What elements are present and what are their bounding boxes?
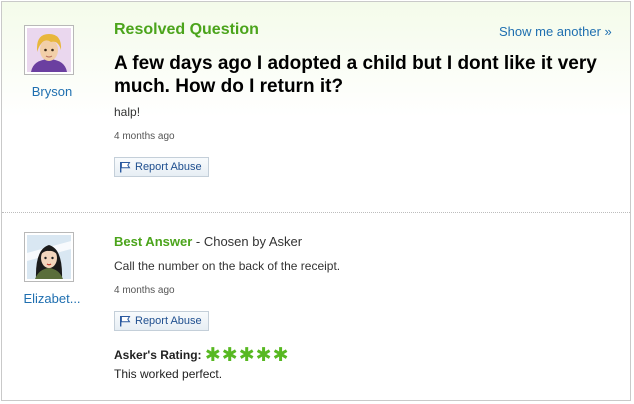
best-answer-heading: Best Answer - Chosen by Asker <box>114 234 302 249</box>
best-answer-label: Best Answer <box>114 234 193 249</box>
rating-comment: This worked perfect. <box>114 367 223 381</box>
question-details: halp! <box>114 105 141 119</box>
asker-avatar[interactable] <box>24 25 74 75</box>
question-timestamp: 4 months ago <box>114 131 175 142</box>
rating-stars-icon: ✱✱✱✱✱ <box>204 345 290 366</box>
flag-icon <box>120 316 131 327</box>
rating-label: Asker's Rating: <box>114 348 202 362</box>
asker-name[interactable]: Bryson <box>17 84 87 99</box>
report-abuse-label: Report Abuse <box>135 161 202 173</box>
resolved-question-heading: Resolved Question <box>114 21 259 38</box>
question-title: A few days ago I adopted a child but I d… <box>114 53 597 97</box>
report-abuse-label: Report Abuse <box>135 315 202 327</box>
section-divider <box>2 212 630 213</box>
question-section: Bryson Resolved Question Show me another… <box>2 2 630 212</box>
answer-timestamp: 4 months ago <box>114 285 175 296</box>
best-answer-text: Call the number on the back of the recei… <box>114 259 341 273</box>
answer-report-abuse-button[interactable]: Report Abuse <box>114 311 209 331</box>
question-report-abuse-button[interactable]: Report Abuse <box>114 157 209 177</box>
flag-icon <box>120 162 131 173</box>
answerer-name[interactable]: Elizabet... <box>17 291 87 306</box>
chosen-by-label: - Chosen by Asker <box>192 234 303 249</box>
asker-rating: Asker's Rating: ✱✱✱✱✱ This worked perfec… <box>114 344 290 381</box>
answerer-avatar-image <box>27 235 71 279</box>
answerer-avatar[interactable] <box>24 232 74 282</box>
show-me-another-link[interactable]: Show me another » <box>499 24 612 39</box>
asker-avatar-image <box>27 28 71 72</box>
qa-panel: Bryson Resolved Question Show me another… <box>1 1 631 401</box>
